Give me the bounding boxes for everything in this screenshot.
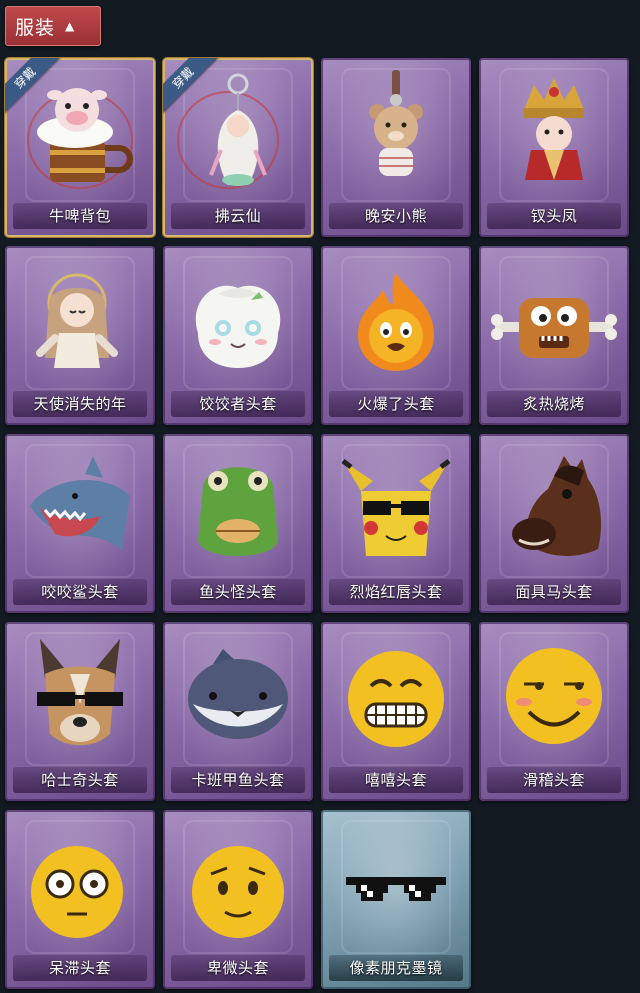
angel-doll-image <box>15 258 145 383</box>
costume-card[interactable]: 像素朋克墨镜 <box>321 810 471 989</box>
costume-card[interactable]: 哈士奇头套 <box>5 622 155 801</box>
costume-name: 晚安小熊 <box>329 203 463 229</box>
costume-name: 卑微头套 <box>171 955 305 981</box>
chevron-up-icon: ▲ <box>65 19 76 33</box>
costume-card[interactable]: 卑微头套 <box>163 810 313 989</box>
costume-card[interactable]: 穿戴 拂云仙 <box>163 58 313 237</box>
horse-head-image <box>489 446 619 571</box>
costume-name: 嘻嘻头套 <box>329 767 463 793</box>
costume-card[interactable]: 嘻嘻头套 <box>321 622 471 801</box>
phoenix-crown-doll-image <box>489 70 619 195</box>
costume-name: 咬咬鲨头套 <box>13 579 147 605</box>
category-label: 服装 <box>15 16 56 39</box>
shark-head-image <box>15 446 145 571</box>
costume-grid: 穿戴 牛啤背包 穿戴 拂云仙 晚安小熊 钗头凤 天使消失的年 饺饺者头套 火爆了… <box>5 58 637 989</box>
pufferfish-head-image <box>173 634 303 759</box>
fairy-charm-image <box>173 70 303 195</box>
costume-name: 滑稽头套 <box>487 767 621 793</box>
dumpling-head-image <box>173 258 303 383</box>
roast-meat-head-image <box>489 258 619 383</box>
costume-card[interactable]: 面具马头套 <box>479 434 629 613</box>
costume-name: 卡班甲鱼头套 <box>171 767 305 793</box>
costume-card[interactable]: 饺饺者头套 <box>163 246 313 425</box>
husky-head-image <box>15 634 145 759</box>
costume-name: 火爆了头套 <box>329 391 463 417</box>
costume-name: 呆滞头套 <box>13 955 147 981</box>
costume-name: 哈士奇头套 <box>13 767 147 793</box>
smirk-emoji-head-image <box>489 634 619 759</box>
costume-name: 天使消失的年 <box>13 391 147 417</box>
pixel-sunglasses-image <box>331 822 461 947</box>
costume-card[interactable]: 晚安小熊 <box>321 58 471 237</box>
yellow-mascot-head-image <box>331 446 461 571</box>
costume-name: 炙热烧烤 <box>487 391 621 417</box>
costume-name: 牛啤背包 <box>13 203 147 229</box>
fire-head-image <box>331 258 461 383</box>
cow-mug-backpack-image <box>15 70 145 195</box>
costume-card[interactable]: 滑稽头套 <box>479 622 629 801</box>
costume-card[interactable]: 钗头凤 <box>479 58 629 237</box>
costume-card[interactable]: 鱼头怪头套 <box>163 434 313 613</box>
costume-name: 像素朋克墨镜 <box>329 955 463 981</box>
costume-card[interactable]: 炙热烧烤 <box>479 246 629 425</box>
costume-card[interactable]: 火爆了头套 <box>321 246 471 425</box>
costume-card[interactable]: 天使消失的年 <box>5 246 155 425</box>
costume-name: 饺饺者头套 <box>171 391 305 417</box>
shy-emoji-head-image <box>173 822 303 947</box>
costume-card[interactable]: 穿戴 牛啤背包 <box>5 58 155 237</box>
costume-category-tab[interactable]: 服装 ▲ <box>5 6 101 46</box>
costume-name: 烈焰红唇头套 <box>329 579 463 605</box>
costume-card[interactable]: 咬咬鲨头套 <box>5 434 155 613</box>
costume-name: 拂云仙 <box>171 203 305 229</box>
fish-monster-head-image <box>173 446 303 571</box>
costume-name: 钗头凤 <box>487 203 621 229</box>
dazed-emoji-head-image <box>15 822 145 947</box>
grin-emoji-head-image <box>331 634 461 759</box>
costume-card[interactable]: 呆滞头套 <box>5 810 155 989</box>
costume-card[interactable]: 卡班甲鱼头套 <box>163 622 313 801</box>
costume-card[interactable]: 烈焰红唇头套 <box>321 434 471 613</box>
bear-charm-image <box>331 70 461 195</box>
costume-name: 面具马头套 <box>487 579 621 605</box>
costume-name: 鱼头怪头套 <box>171 579 305 605</box>
